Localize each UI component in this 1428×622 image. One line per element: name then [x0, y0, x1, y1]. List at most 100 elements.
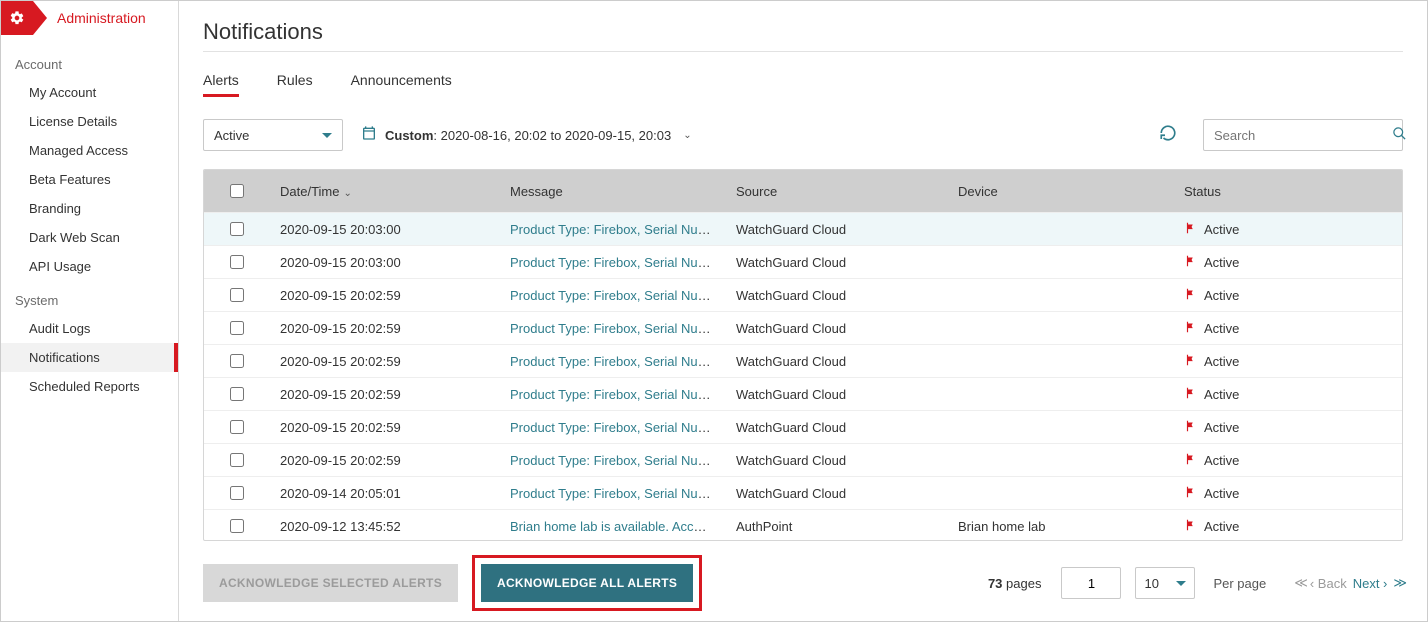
col-message[interactable]: Message: [498, 184, 724, 199]
row-checkbox[interactable]: [230, 519, 244, 533]
cell-source: WatchGuard Cloud: [724, 453, 946, 468]
flag-icon: [1184, 287, 1198, 304]
sidebar: Administration Account My Account Licens…: [1, 1, 179, 621]
sidebar-item-beta-features[interactable]: Beta Features: [1, 165, 178, 194]
row-checkbox[interactable]: [230, 420, 244, 434]
sidebar-item-dark-web-scan[interactable]: Dark Web Scan: [1, 223, 178, 252]
tab-announcements[interactable]: Announcements: [351, 72, 452, 97]
calendar-icon: [361, 125, 377, 146]
flag-icon: [1184, 419, 1198, 436]
cell-datetime: 2020-09-15 20:02:59: [268, 387, 498, 402]
table-row[interactable]: 2020-09-15 20:02:59Product Type: Firebox…: [204, 344, 1402, 377]
cell-source: WatchGuard Cloud: [724, 255, 946, 270]
cell-datetime: 2020-09-15 20:03:00: [268, 255, 498, 270]
sidebar-item-branding[interactable]: Branding: [1, 194, 178, 223]
sidebar-item-api-usage[interactable]: API Usage: [1, 252, 178, 281]
col-source[interactable]: Source: [724, 184, 946, 199]
cell-message[interactable]: Product Type: Firebox, Serial Numb...: [498, 420, 724, 435]
row-checkbox[interactable]: [230, 321, 244, 335]
next-link[interactable]: Next ›: [1353, 576, 1388, 591]
status-select-value: Active: [214, 128, 249, 143]
table-row[interactable]: 2020-09-15 20:02:59Product Type: Firebox…: [204, 443, 1402, 476]
table-row[interactable]: 2020-09-15 20:03:00Product Type: Firebox…: [204, 212, 1402, 245]
cell-status: Active: [1172, 353, 1402, 370]
sidebar-item-my-account[interactable]: My Account: [1, 78, 178, 107]
footer-bar: Acknowledge Selected Alerts Acknowledge …: [203, 555, 1403, 611]
cell-source: WatchGuard Cloud: [724, 387, 946, 402]
cell-datetime: 2020-09-15 20:02:59: [268, 354, 498, 369]
admin-header[interactable]: Administration: [1, 1, 178, 35]
cell-datetime: 2020-09-15 20:03:00: [268, 222, 498, 237]
admin-label: Administration: [57, 10, 146, 26]
cell-status: Active: [1172, 518, 1402, 535]
cell-status: Active: [1172, 386, 1402, 403]
table-header: Date/Time⌄ Message Source Device Status: [204, 170, 1402, 212]
row-checkbox[interactable]: [230, 387, 244, 401]
cell-message[interactable]: Product Type: Firebox, Serial Numb...: [498, 288, 724, 303]
tab-rules[interactable]: Rules: [277, 72, 313, 97]
pages-label: 73 pages: [988, 576, 1042, 591]
chevron-down-icon: [1176, 581, 1186, 586]
flag-icon: [1184, 221, 1198, 238]
row-checkbox[interactable]: [230, 222, 244, 236]
cell-status: Active: [1172, 287, 1402, 304]
flag-icon: [1184, 320, 1198, 337]
last-page-icon[interactable]: ≫: [1393, 575, 1403, 591]
table-row[interactable]: 2020-09-12 13:45:52Brian home lab is ava…: [204, 509, 1402, 541]
col-device[interactable]: Device: [946, 184, 1172, 199]
main-content: Notifications Alerts Rules Announcements…: [179, 1, 1427, 621]
refresh-icon[interactable]: [1159, 124, 1177, 147]
status-select[interactable]: Active: [203, 119, 343, 151]
row-checkbox[interactable]: [230, 354, 244, 368]
row-checkbox[interactable]: [230, 453, 244, 467]
col-datetime[interactable]: Date/Time⌄: [268, 184, 498, 199]
cell-source: WatchGuard Cloud: [724, 321, 946, 336]
ack-all-button[interactable]: Acknowledge All Alerts: [481, 564, 693, 602]
sidebar-item-audit-logs[interactable]: Audit Logs: [1, 314, 178, 343]
flag-icon: [1184, 353, 1198, 370]
cell-message[interactable]: Product Type: Firebox, Serial Numb...: [498, 387, 724, 402]
page-input[interactable]: [1061, 567, 1121, 599]
date-range-picker[interactable]: Custom: 2020-08-16, 20:02 to 2020-09-15,…: [361, 125, 692, 146]
chevron-down-icon: [322, 133, 332, 138]
row-checkbox[interactable]: [230, 486, 244, 500]
sidebar-item-scheduled-reports[interactable]: Scheduled Reports: [1, 372, 178, 401]
sidebar-item-managed-access[interactable]: Managed Access: [1, 136, 178, 165]
table-row[interactable]: 2020-09-15 20:02:59Product Type: Firebox…: [204, 410, 1402, 443]
cell-datetime: 2020-09-12 13:45:52: [268, 519, 498, 534]
search-input[interactable]: [1212, 127, 1392, 144]
section-title-system: System: [1, 281, 178, 314]
per-page-select[interactable]: 10: [1135, 567, 1195, 599]
table-row[interactable]: 2020-09-15 20:02:59Product Type: Firebox…: [204, 311, 1402, 344]
pagination-nav: ≪ ‹ Back Next › ≫: [1294, 575, 1403, 591]
col-status[interactable]: Status: [1172, 184, 1402, 199]
flag-icon: [1184, 485, 1198, 502]
cell-datetime: 2020-09-14 20:05:01: [268, 486, 498, 501]
cell-message[interactable]: Brian home lab is available. Account...: [498, 519, 724, 534]
first-page-icon: ≪: [1294, 575, 1304, 591]
cell-message[interactable]: Product Type: Firebox, Serial Numb...: [498, 222, 724, 237]
cell-source: WatchGuard Cloud: [724, 420, 946, 435]
sidebar-item-license-details[interactable]: License Details: [1, 107, 178, 136]
table-row[interactable]: 2020-09-14 20:05:01Product Type: Firebox…: [204, 476, 1402, 509]
search-box[interactable]: [1203, 119, 1403, 151]
cell-message[interactable]: Product Type: Firebox, Serial Numb...: [498, 354, 724, 369]
select-all-checkbox[interactable]: [230, 184, 244, 198]
cell-message[interactable]: Product Type: Firebox, Serial Numb...: [498, 453, 724, 468]
cell-source: WatchGuard Cloud: [724, 354, 946, 369]
cell-source: WatchGuard Cloud: [724, 222, 946, 237]
sidebar-item-notifications[interactable]: Notifications: [1, 343, 178, 372]
page-title: Notifications: [203, 19, 1403, 52]
cell-message[interactable]: Product Type: Firebox, Serial Numb...: [498, 486, 724, 501]
row-checkbox[interactable]: [230, 255, 244, 269]
back-link: ‹ Back: [1310, 576, 1347, 591]
row-checkbox[interactable]: [230, 288, 244, 302]
table-row[interactable]: 2020-09-15 20:02:59Product Type: Firebox…: [204, 377, 1402, 410]
flag-icon: [1184, 386, 1198, 403]
cell-message[interactable]: Product Type: Firebox, Serial Numb...: [498, 255, 724, 270]
section-title-account: Account: [1, 45, 178, 78]
tab-alerts[interactable]: Alerts: [203, 72, 239, 97]
cell-message[interactable]: Product Type: Firebox, Serial Numb...: [498, 321, 724, 336]
table-row[interactable]: 2020-09-15 20:03:00Product Type: Firebox…: [204, 245, 1402, 278]
table-row[interactable]: 2020-09-15 20:02:59Product Type: Firebox…: [204, 278, 1402, 311]
